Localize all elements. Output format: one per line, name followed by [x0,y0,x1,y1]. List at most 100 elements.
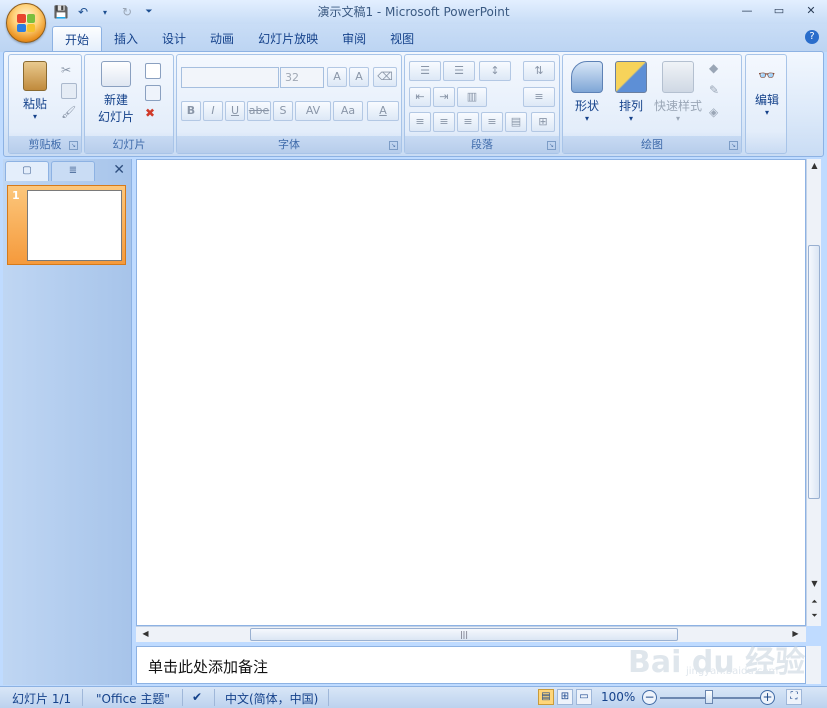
align-text-button[interactable]: ≡ [523,87,555,107]
clipboard-launcher-icon[interactable]: ↘ [69,141,78,150]
shape-effects-icon[interactable]: ◈ [709,105,725,121]
scroll-left-icon[interactable]: ◀ [138,629,153,638]
drawing-launcher-icon[interactable]: ↘ [729,141,738,150]
next-slide-icon[interactable]: ⏷ [807,611,822,621]
help-icon[interactable]: ? [805,30,819,44]
arrange-label: 排列 [618,99,643,113]
vertical-scroll-thumb[interactable] [808,245,820,499]
fit-to-window-icon[interactable]: ⛶ [786,689,802,705]
smartart-button[interactable]: ⊞ [531,112,555,132]
ribbon: 粘贴 ▾ ✂ 🖌 剪贴板 ↘ 新建 幻灯片 ✖ 幻灯片 32 A A ⌫ B I… [3,51,824,157]
slide-thumbnail [27,190,122,261]
window-title: 演示文稿1 - Microsoft PowerPoint [317,5,510,19]
shapes-button[interactable]: 形状 ▾ [567,61,607,123]
theme-name: "Office 主题" [96,692,170,706]
tab-home[interactable]: 开始 [52,26,103,52]
ribbon-tabs: 开始 插入 设计 动画 幻灯片放映 审阅 视图 ? [0,24,827,52]
align-right-button[interactable]: ≡ [457,112,479,132]
bullets-button[interactable]: ☰ [409,61,441,81]
copy-icon[interactable] [61,83,77,99]
vertical-scrollbar[interactable]: ▲ ▼ ⏶ ⏷ [806,159,821,626]
zoom-in-icon[interactable]: + [760,690,775,705]
office-button[interactable] [6,3,46,43]
font-launcher-icon[interactable]: ↘ [389,141,398,150]
font-name-select[interactable] [181,67,279,88]
font-group-label: 字体 [177,136,401,153]
quick-styles-button[interactable]: 快速样式 ▾ [651,61,705,123]
shadow-button[interactable]: S [273,101,293,121]
shape-fill-icon[interactable]: ◆ [709,61,725,77]
slides-group: 新建 幻灯片 ✖ 幻灯片 [84,54,174,154]
char-spacing-button[interactable]: AV [295,101,331,121]
clear-format-button[interactable]: ⌫ [373,67,397,87]
close-button[interactable]: ✕ [801,2,821,20]
slideshow-view-button[interactable]: ▭ [576,689,592,705]
slide-canvas[interactable] [136,159,806,626]
new-slide-label-1: 新建 [103,93,128,107]
spellcheck-icon[interactable]: ✔ [192,690,202,704]
tab-insert[interactable]: 插入 [102,26,150,52]
zoom-slider-thumb[interactable] [705,690,713,704]
cut-icon[interactable]: ✂ [61,63,77,79]
grow-font-button[interactable]: A [327,67,347,87]
format-painter-icon[interactable]: 🖌 [61,105,77,121]
slide-sorter-button[interactable]: ⊞ [557,689,573,705]
zoom-level[interactable]: 100% [601,690,635,704]
tab-view[interactable]: 视图 [378,26,426,52]
tab-animations[interactable]: 动画 [198,26,246,52]
delete-slide-icon[interactable]: ✖ [145,106,161,122]
slide-thumbnail-selected[interactable]: 1 [7,185,126,265]
font-size-select[interactable]: 32 [280,67,324,88]
tab-slides-pane[interactable]: ▢ [5,161,49,181]
layout-icon[interactable] [145,63,161,79]
clipboard-group: 粘贴 ▾ ✂ 🖌 剪贴板 ↘ [8,54,82,154]
horizontal-scroll-thumb[interactable]: ||| [250,628,678,641]
change-case-button[interactable]: Aa [333,101,363,121]
maximize-button[interactable]: ▭ [769,2,789,20]
italic-button[interactable]: I [203,101,223,121]
decrease-indent-button[interactable]: ⇤ [409,87,431,107]
scroll-down-icon[interactable]: ▼ [807,579,822,588]
watermark-subtext: jingyan.baidu.com [686,666,779,677]
close-pane-icon[interactable]: ✕ [113,162,125,178]
align-center-button[interactable]: ≡ [433,112,455,132]
paragraph-launcher-icon[interactable]: ↘ [547,141,556,150]
distribute-button[interactable]: ▤ [505,112,527,132]
columns-button[interactable]: ▥ [457,87,487,107]
underline-button[interactable]: U [225,101,245,121]
shape-outline-icon[interactable]: ✎ [709,83,725,99]
tab-review[interactable]: 审阅 [330,26,378,52]
paste-icon [23,61,47,91]
tab-slideshow[interactable]: 幻灯片放映 [246,26,330,52]
zoom-out-icon[interactable]: − [642,690,657,705]
normal-view-button[interactable]: ▤ [538,689,554,705]
line-spacing-button[interactable]: ↕ [479,61,511,81]
justify-button[interactable]: ≡ [481,112,503,132]
increase-indent-button[interactable]: ⇥ [433,87,455,107]
scroll-up-icon[interactable]: ▲ [807,161,822,170]
font-color-button[interactable]: A [367,101,399,121]
text-direction-button[interactable]: ⇅ [523,61,555,81]
strikethrough-button[interactable]: abe [247,101,271,121]
drawing-group: 形状 ▾ 排列 ▾ 快速样式 ▾ ◆ ✎ ◈ 绘图 ↘ [562,54,742,154]
editing-group: 👓 编辑 ▾ [745,54,787,154]
paste-button[interactable]: 粘贴 ▾ [15,61,55,121]
previous-slide-icon[interactable]: ⏶ [807,597,822,607]
shapes-icon [571,61,603,93]
numbering-button[interactable]: ☰ [443,61,475,81]
drawing-group-label: 绘图 [563,136,741,153]
editing-button[interactable]: 👓 编辑 ▾ [748,61,786,117]
arrange-button[interactable]: 排列 ▾ [611,61,651,123]
slides-group-label: 幻灯片 [85,136,173,153]
align-left-button[interactable]: ≡ [409,112,431,132]
tab-design[interactable]: 设计 [150,26,198,52]
tab-outline-pane[interactable]: ≣ [51,161,95,181]
new-slide-icon [101,61,131,87]
title-bar: 💾 ↶ ▾ ↻ ⏷ 演示文稿1 - Microsoft PowerPoint —… [0,0,827,24]
shrink-font-button[interactable]: A [349,67,369,87]
reset-icon[interactable] [145,85,161,101]
new-slide-button[interactable]: 新建 幻灯片 [89,61,143,125]
paragraph-group: ☰ ☰ ↕ ⇅ ⇤ ⇥ ▥ ≡ ≡ ≡ ≡ ≡ ▤ ⊞ 段落 ↘ [404,54,560,154]
bold-button[interactable]: B [181,101,201,121]
minimize-button[interactable]: — [737,2,757,20]
